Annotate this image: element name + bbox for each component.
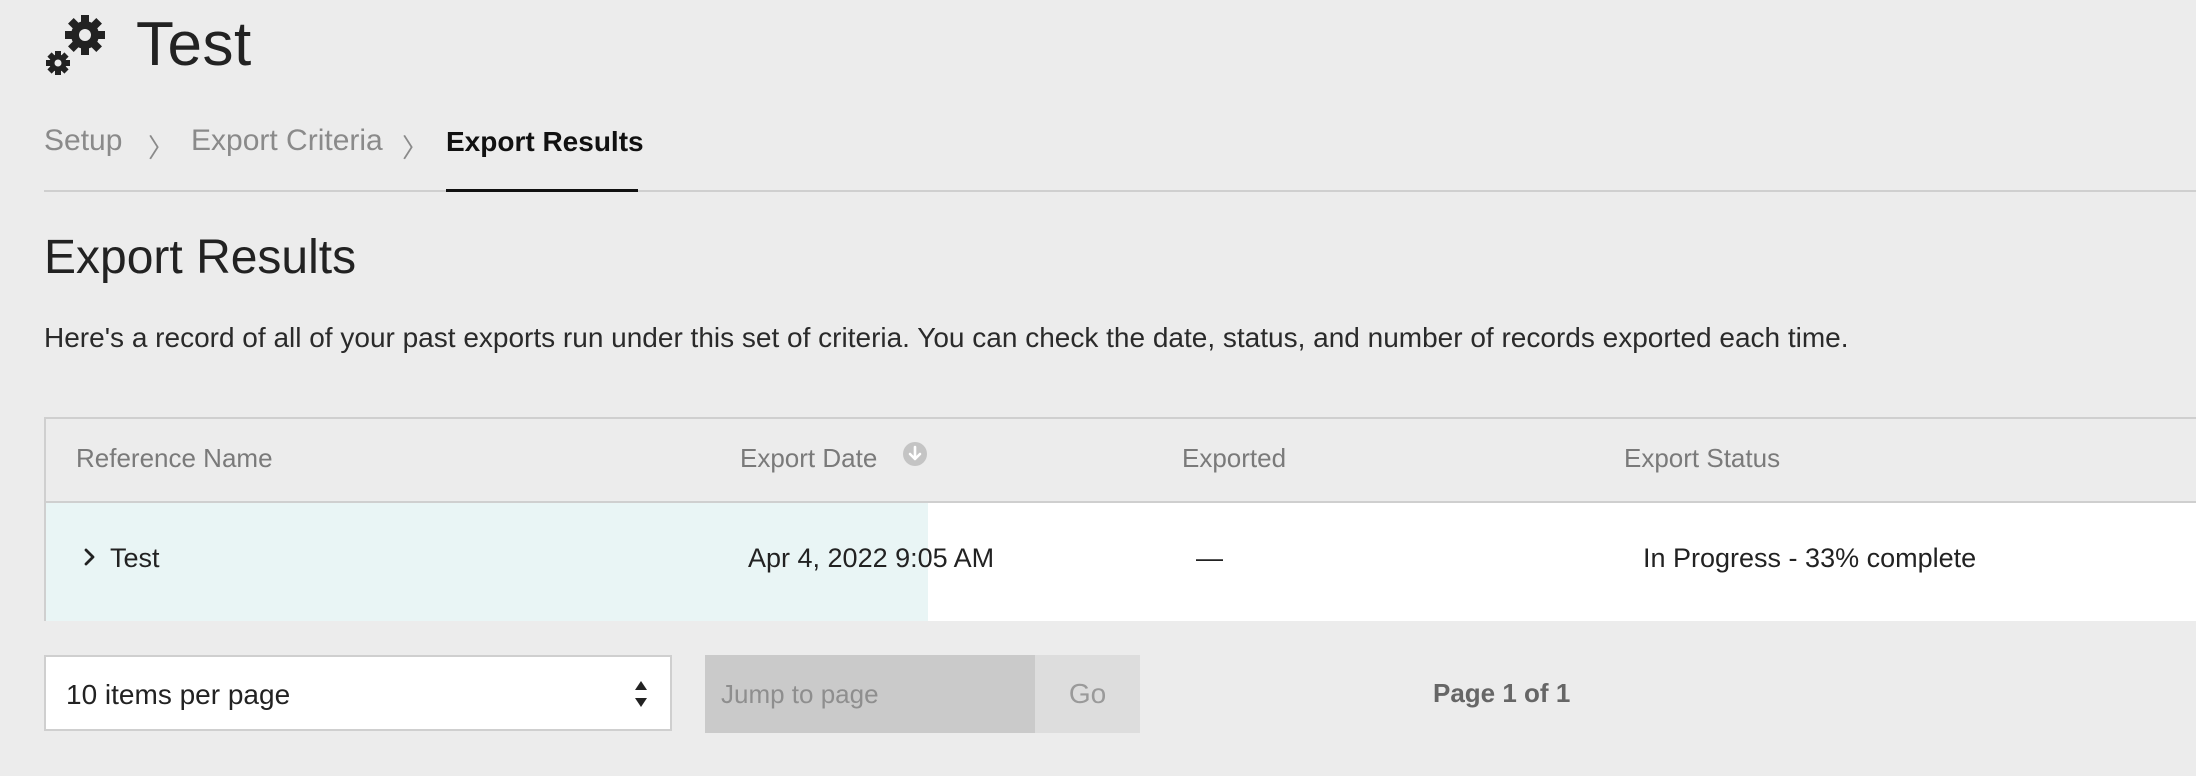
table-row[interactable]: Test Apr 4, 2022 9:05 AM — In Progress -… [46,503,2196,621]
jump-to-page-input[interactable] [705,655,1035,733]
items-per-page-select[interactable]: 10 items per page [44,655,672,731]
cell-reference-name: Test [110,543,160,573]
cell-exported: — [1196,543,1223,573]
step-export-criteria[interactable]: Export Criteria [191,124,383,158]
column-header-exported[interactable]: Exported [1182,443,1286,474]
chevron-right-icon: 〉 [402,133,429,163]
step-export-results[interactable]: Export Results [446,126,644,158]
table-header: Reference Name Export Date Exported Expo… [46,419,2196,503]
cell-export-date: Apr 4, 2022 9:05 AM [748,543,995,573]
select-arrows-icon [635,681,647,707]
active-step-indicator [446,189,638,192]
export-results-page: Test Setup 〉 Export Criteria 〉 Export Re… [0,0,2196,776]
chevron-right-icon: 〉 [148,133,175,163]
section-title: Export Results [44,231,357,284]
step-setup[interactable]: Setup [44,124,122,158]
sort-down-circle-icon[interactable] [902,441,928,467]
gears-icon [46,15,105,75]
items-per-page-value: 10 items per page [66,679,291,710]
column-header-reference-name[interactable]: Reference Name [76,443,273,474]
page-info: Page 1 of 1 [1433,678,1571,708]
section-description: Here's a record of all of your past expo… [44,322,1849,353]
chevron-right-icon[interactable] [82,545,98,569]
app-title: Test [136,9,252,79]
column-header-export-status[interactable]: Export Status [1624,443,1780,474]
app-header: Test [44,4,252,84]
go-button[interactable]: Go [1035,655,1140,733]
breadcrumb: Setup 〉 Export Criteria 〉 Export Results [44,118,2196,192]
column-header-export-date[interactable]: Export Date [740,443,877,474]
cell-export-status: In Progress - 33% complete [1643,543,1977,573]
export-results-table: Reference Name Export Date Exported Expo… [44,417,2196,621]
